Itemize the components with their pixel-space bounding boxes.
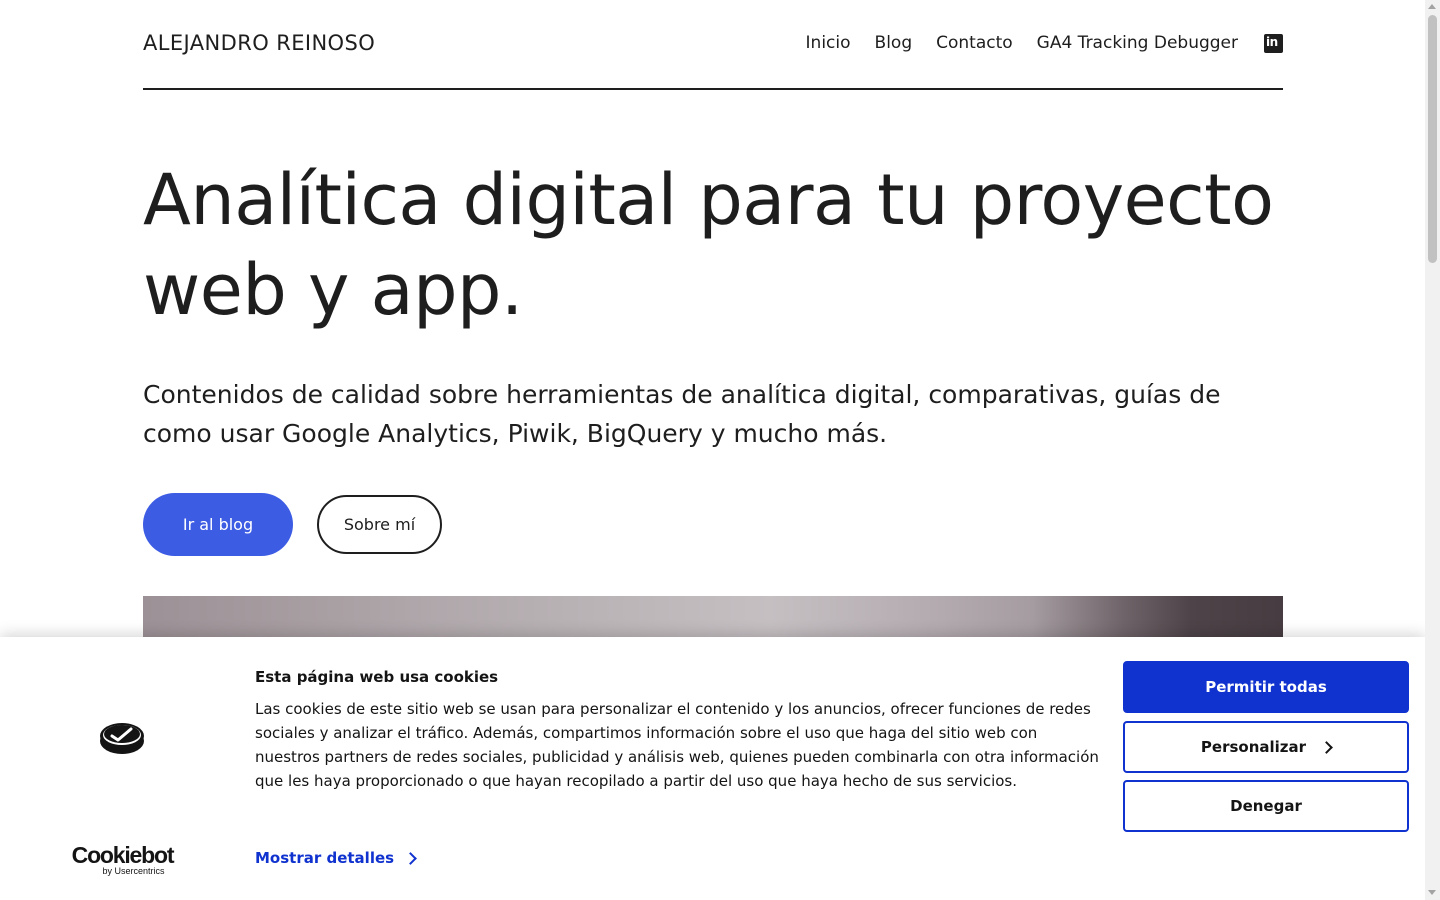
scrollbar-thumb[interactable] [1428, 15, 1437, 263]
allow-all-button[interactable]: Permitir todas [1123, 661, 1409, 713]
customize-label: Personalizar [1200, 738, 1307, 756]
chevron-right-icon [404, 851, 417, 865]
nav-link-blog[interactable]: Blog [875, 33, 913, 53]
nav-link-contacto[interactable]: Contacto [936, 33, 1013, 53]
cookiebot-logo-icon [100, 723, 144, 754]
about-me-button[interactable]: Sobre mí [317, 495, 442, 554]
hero-subtitle: Contenidos de calidad sobre herramientas… [143, 380, 1221, 448]
scroll-up-arrow-icon[interactable] [1428, 4, 1436, 9]
site-title[interactable]: ALEJANDRO REINOSO [143, 31, 375, 55]
show-details-label: Mostrar detalles [255, 849, 395, 867]
allow-all-label: Permitir todas [1205, 678, 1327, 696]
customize-button[interactable]: Personalizar [1123, 721, 1409, 773]
nav-link-ga4-tracking-debugger[interactable]: GA4 Tracking Debugger [1037, 33, 1238, 53]
chevron-right-icon [1320, 740, 1333, 754]
show-details-link[interactable]: Mostrar detalles [255, 849, 417, 867]
deny-label: Denegar [1230, 797, 1302, 815]
scroll-down-arrow-icon[interactable] [1428, 890, 1436, 895]
cookie-banner-title: Esta página web usa cookies [255, 668, 499, 686]
hero-title: Analítica digital para tu proyecto web y… [143, 159, 1274, 331]
vertical-scrollbar[interactable] [1425, 0, 1440, 900]
cookiebot-wordmark: Cookiebot by Usercentrics [70, 843, 175, 876]
linkedin-icon[interactable]: in [1264, 33, 1283, 53]
deny-button[interactable]: Denegar [1123, 780, 1409, 832]
go-to-blog-button[interactable]: Ir al blog [143, 493, 293, 556]
main-nav: Inicio Blog Contacto GA4 Tracking Debugg… [806, 33, 1283, 53]
nav-link-inicio[interactable]: Inicio [806, 33, 851, 53]
cookie-banner-text: Las cookies de este sitio web se usan pa… [255, 700, 1099, 790]
cookiebot-brand: Cookiebot [71, 842, 175, 868]
site-header: ALEJANDRO REINOSO Inicio Blog Contacto G… [143, 0, 1283, 90]
